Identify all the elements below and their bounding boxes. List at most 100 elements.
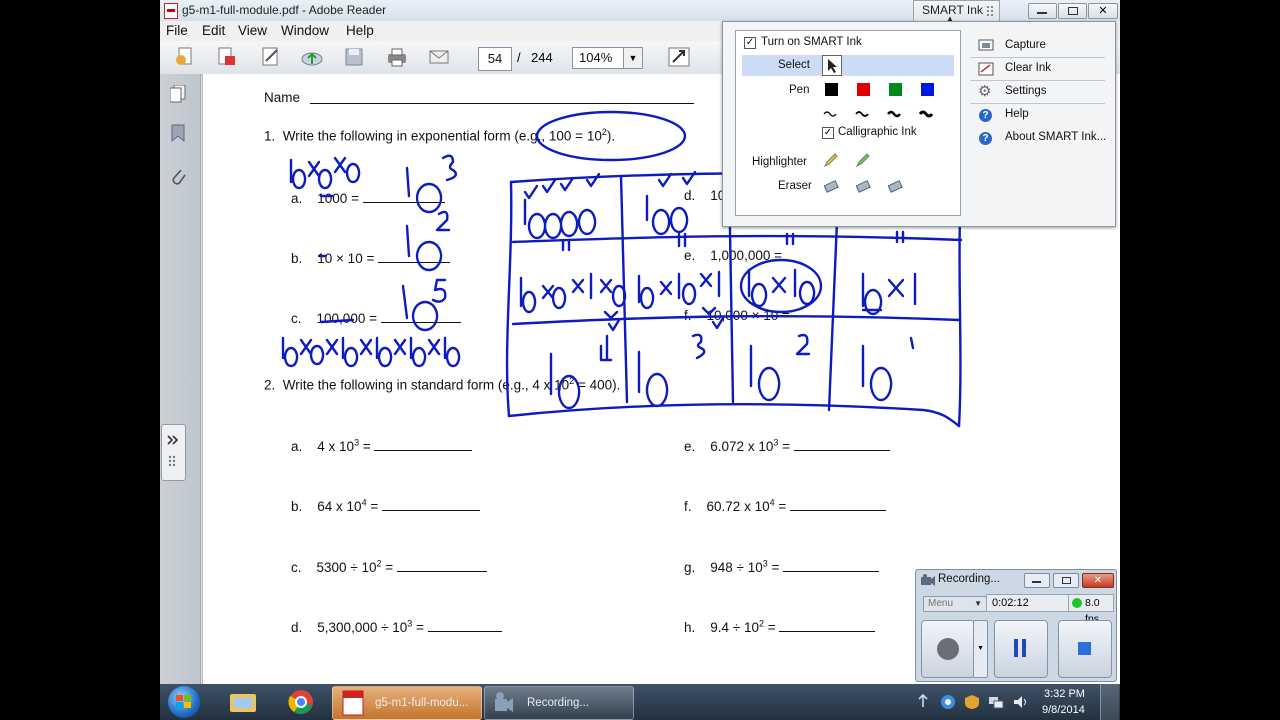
eraser-medium-icon[interactable] xyxy=(855,177,871,193)
item-letter: a. xyxy=(291,191,303,206)
item-expression: 1,000,000 = xyxy=(710,248,782,263)
menu-window[interactable]: Window xyxy=(281,23,329,38)
menu-help[interactable]: Help xyxy=(346,23,374,38)
close-button[interactable]: ✕ xyxy=(1088,3,1118,19)
page-number-input[interactable] xyxy=(478,47,512,71)
highlighter-yellow-icon[interactable] xyxy=(823,152,839,168)
item-expression: 60.72 x 10 xyxy=(706,499,770,514)
pane-collapse-handle[interactable] xyxy=(161,424,186,481)
restore-button[interactable] xyxy=(1058,3,1087,19)
volume-icon[interactable] xyxy=(1012,694,1028,710)
minimize-button[interactable] xyxy=(1028,3,1057,19)
file-explorer-icon[interactable] xyxy=(228,690,258,714)
q2-text: Write the following in standard form (e.… xyxy=(282,377,570,393)
item-expression: 5,300,000 ÷ 10 xyxy=(317,620,408,635)
camera-icon xyxy=(921,574,935,586)
clock-date[interactable]: 9/8/2014 xyxy=(1042,704,1085,716)
eraser-large-icon[interactable] xyxy=(887,177,903,193)
calligraphic-label: Calligraphic Ink xyxy=(838,126,917,138)
pen-black-swatch[interactable] xyxy=(825,83,838,96)
create-pdf-icon[interactable] xyxy=(173,46,197,68)
sign-icon[interactable] xyxy=(259,46,283,68)
pen-width-options[interactable] xyxy=(822,107,942,119)
menu-file[interactable]: File xyxy=(166,23,188,38)
cloud-upload-icon[interactable] xyxy=(300,46,324,68)
email-icon[interactable] xyxy=(427,46,451,68)
task-reader[interactable]: g5-m1-full-modu... xyxy=(332,686,482,720)
camera-icon xyxy=(495,692,513,712)
network-icon[interactable] xyxy=(988,694,1004,710)
clear-ink-item[interactable]: Clear Ink xyxy=(1005,62,1051,74)
item-equals: = xyxy=(767,560,784,575)
show-desktop-button[interactable] xyxy=(1100,684,1119,720)
record-icon xyxy=(937,638,959,660)
zoom-value: 104% xyxy=(579,50,613,65)
menu-view[interactable]: View xyxy=(238,23,267,38)
recorder-restore-button[interactable] xyxy=(1053,573,1079,588)
shield-icon[interactable] xyxy=(964,694,980,710)
pen-green-swatch[interactable] xyxy=(889,83,902,96)
zoom-dropdown-icon[interactable]: ▼ xyxy=(623,47,643,69)
print-icon[interactable] xyxy=(385,46,409,68)
pdf-icon xyxy=(164,3,178,19)
clock-time[interactable]: 3:32 PM xyxy=(1044,688,1085,700)
q1-item: d. 10 xyxy=(684,188,725,203)
q2-item: b. 64 x 104 = xyxy=(291,496,480,514)
select-cursor-icon[interactable] xyxy=(822,55,842,76)
highlighter-label: Highlighter xyxy=(752,156,807,168)
grip-icon[interactable] xyxy=(986,5,996,19)
recorder-minimize-button[interactable] xyxy=(1024,573,1050,588)
q1-end: ). xyxy=(606,128,616,144)
select-row[interactable] xyxy=(742,55,954,76)
record-button[interactable] xyxy=(921,620,975,678)
item-expression: 5300 ÷ 10 xyxy=(316,560,377,575)
restore-icon xyxy=(1068,7,1078,15)
item-letter: h. xyxy=(684,620,696,635)
highlighter-green-icon[interactable] xyxy=(855,152,871,168)
settings-item[interactable]: Settings xyxy=(1005,85,1047,97)
stop-button[interactable] xyxy=(1058,620,1112,678)
recorder-menu-dropdown[interactable]: Menu ▼ xyxy=(923,596,987,612)
record-options-button[interactable]: ▼ xyxy=(973,620,988,678)
answer-blank xyxy=(790,496,886,511)
pen-blue-swatch[interactable] xyxy=(921,83,934,96)
fit-page-icon[interactable] xyxy=(667,46,691,68)
q2-item: d. 5,300,000 ÷ 103 = xyxy=(291,617,502,635)
help-item[interactable]: Help xyxy=(1005,108,1029,120)
save-icon[interactable] xyxy=(342,46,366,68)
taskbar: g5-m1-full-modu... Recording... 3:32 PM … xyxy=(160,684,1120,720)
pause-icon xyxy=(1014,639,1018,657)
capture-item[interactable]: Capture xyxy=(1005,39,1046,51)
item-letter: b. xyxy=(291,251,303,266)
answer-blank xyxy=(374,436,473,451)
answer-blank xyxy=(380,308,461,323)
item-expression: 1000 = xyxy=(317,191,363,206)
item-letter: e. xyxy=(684,439,696,454)
answer-blank xyxy=(381,496,480,511)
eraser-small-icon[interactable] xyxy=(823,177,839,193)
menu-edit[interactable]: Edit xyxy=(202,23,225,38)
item-equals: = xyxy=(412,620,428,635)
task-recorder[interactable]: Recording... xyxy=(484,686,634,720)
item-equals: = xyxy=(381,560,397,575)
usb-tray-icon[interactable] xyxy=(916,694,930,710)
recorder-close-button[interactable]: ✕ xyxy=(1082,573,1114,588)
about-item[interactable]: About SMART Ink... xyxy=(1005,131,1106,143)
smart-tray-icon[interactable] xyxy=(940,694,956,710)
chevron-down-icon: ▼ xyxy=(974,599,982,608)
item-expression: 10,000 × 10 = xyxy=(706,308,790,323)
turn-on-checkbox[interactable]: ✓ xyxy=(744,37,756,49)
pen-red-swatch[interactable] xyxy=(857,83,870,96)
start-button[interactable] xyxy=(168,686,200,718)
select-label: Select xyxy=(778,59,810,71)
smart-ink-tab[interactable]: SMART Ink ▲ xyxy=(913,0,1000,23)
item-letter: c. xyxy=(291,311,302,326)
attachments-icon[interactable] xyxy=(170,166,186,186)
chrome-icon[interactable] xyxy=(288,689,314,715)
item-letter: e. xyxy=(684,248,696,263)
export-pdf-icon[interactable] xyxy=(215,46,239,68)
calligraphic-checkbox[interactable]: ✓ xyxy=(822,127,834,139)
pause-button[interactable] xyxy=(994,620,1048,678)
pages-icon[interactable] xyxy=(169,84,186,103)
bookmarks-icon[interactable] xyxy=(170,124,186,143)
